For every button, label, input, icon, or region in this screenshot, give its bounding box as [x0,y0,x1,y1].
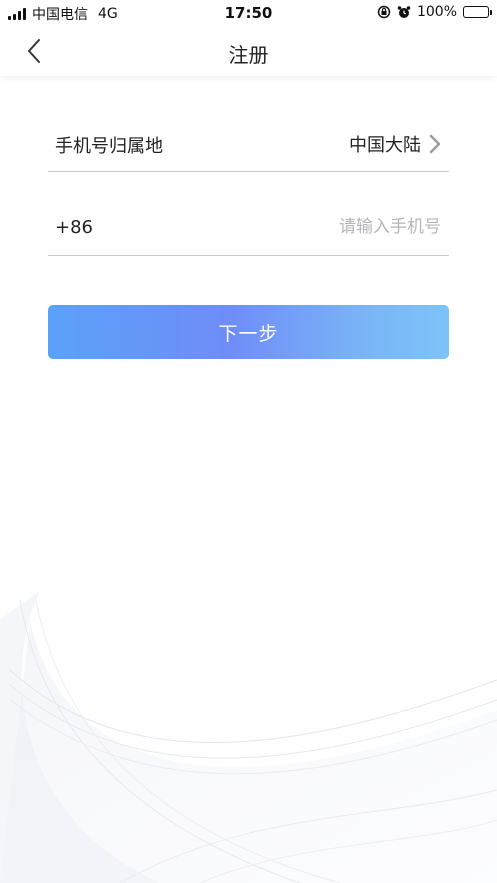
alarm-icon [397,6,411,18]
chevron-right-icon [429,134,441,154]
background-waves-decoration [0,590,497,883]
nav-bar: 注册 [0,26,497,76]
next-step-button[interactable]: 下一步 [48,305,449,359]
orientation-lock-icon [377,5,391,19]
country-code: +86 [55,217,93,238]
battery-percent: 100% [416,4,457,20]
region-label: 手机号归属地 [55,136,163,157]
status-right: 100% [377,4,492,20]
region-selector[interactable]: 手机号归属地 中国大陆 [48,116,449,172]
battery-icon [463,6,492,18]
page-title: 注册 [228,43,269,67]
phone-row: +86 [48,200,449,256]
region-value: 中国大陆 [349,135,421,156]
region-value-group: 中国大陆 [349,131,441,157]
register-screen: 中国电信 4G 17:50 100% 注册 手机号归属地 中国大陆 +86 请输… [0,0,497,883]
status-bar: 中国电信 4G 17:50 100% [0,0,497,26]
phone-input[interactable] [181,214,441,240]
